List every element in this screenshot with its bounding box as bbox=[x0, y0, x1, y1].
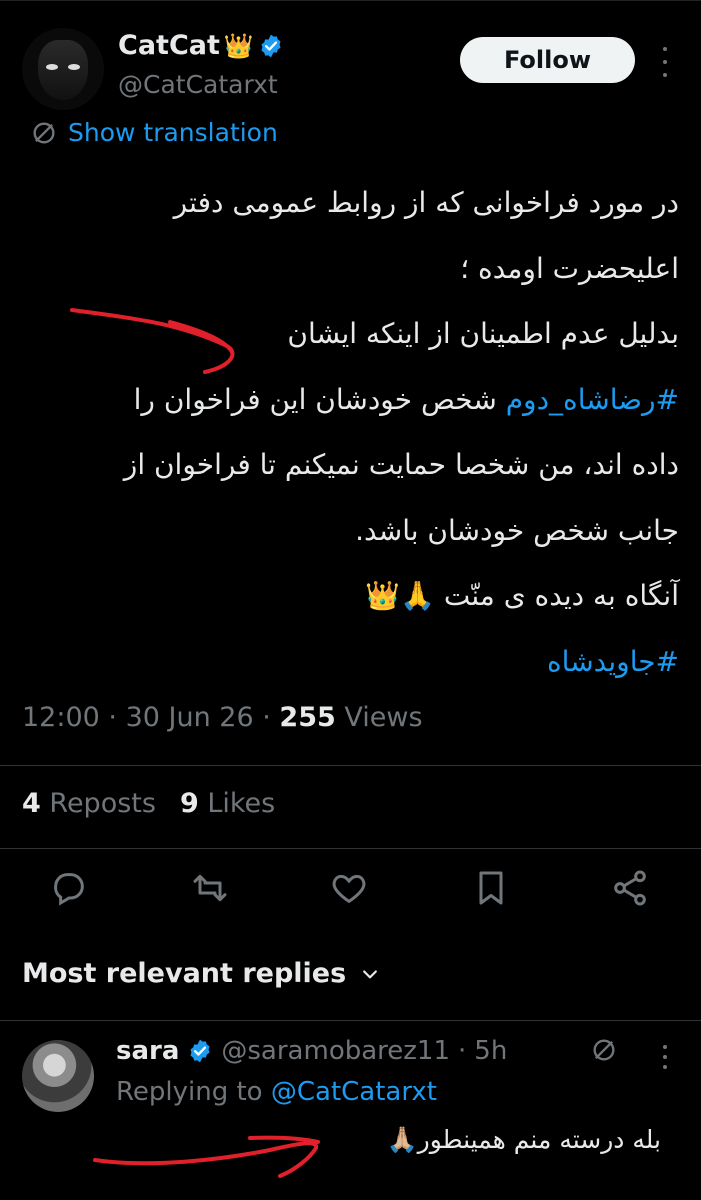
crown-emoji: 👑 bbox=[223, 31, 254, 60]
reply-avatar[interactable] bbox=[22, 1040, 94, 1112]
more-dot bbox=[663, 1045, 667, 1049]
tweet-stats: 4 Reposts 9 Likes bbox=[22, 788, 275, 819]
author-handle[interactable]: @CatCatarxt bbox=[118, 70, 278, 99]
tweet-line: داده اند، من شخصا حمایت نمیکنم تا فراخوا… bbox=[123, 448, 679, 481]
replies-sort-label: Most relevant replies bbox=[22, 958, 347, 989]
replying-to: Replying to @CatCatarxt bbox=[116, 1077, 437, 1107]
more-icon[interactable] bbox=[655, 1042, 675, 1072]
tweet-line-rest: شخص خودشان این فراخوان را bbox=[133, 382, 497, 416]
follow-button[interactable]: Follow bbox=[460, 37, 635, 83]
reply-age[interactable]: 5h bbox=[474, 1036, 507, 1066]
tweet-line: اعلیحضرت اومده ؛ bbox=[460, 251, 679, 285]
reposts-label: Reposts bbox=[49, 788, 156, 819]
more-dot bbox=[663, 1055, 667, 1059]
likes-stat[interactable]: 9 Likes bbox=[180, 788, 275, 819]
meta-separator: · bbox=[262, 702, 280, 733]
like-icon[interactable] bbox=[329, 868, 369, 908]
more-dot bbox=[663, 73, 667, 78]
reply-author-handle[interactable]: @saramobarez11 bbox=[221, 1036, 450, 1066]
reposts-stat[interactable]: 4 Reposts bbox=[22, 788, 156, 819]
hide-icon[interactable] bbox=[590, 1036, 618, 1064]
show-translation-label[interactable]: Show translation bbox=[68, 118, 278, 147]
more-dot bbox=[663, 46, 667, 51]
top-divider bbox=[0, 0, 701, 1]
author-name[interactable]: CatCat bbox=[118, 30, 220, 61]
more-dot bbox=[663, 59, 667, 64]
repost-icon[interactable] bbox=[190, 868, 230, 908]
meta-separator: · bbox=[458, 1036, 467, 1066]
tweet-line-hashtag: #رضاشاه_دوم شخص خودشان این فراخوان را bbox=[19, 367, 679, 433]
views-label: Views bbox=[344, 702, 423, 733]
replying-handle-link[interactable]: @CatCatarxt bbox=[271, 1077, 437, 1107]
divider bbox=[0, 765, 701, 766]
reply-header: sara @saramobarez11 · 5h bbox=[116, 1036, 507, 1066]
tweet-line: آنگاه به دیده ی منّت 🙏👑 bbox=[365, 579, 679, 612]
meta-separator: · bbox=[108, 702, 126, 733]
more-icon[interactable] bbox=[655, 42, 675, 82]
more-dot bbox=[663, 1065, 667, 1069]
tweet-line: در مورد فراخوانی که از روابط عمومی دفتر bbox=[173, 186, 679, 219]
bookmark-icon[interactable] bbox=[471, 868, 511, 908]
avatar-mask-shape bbox=[38, 40, 88, 100]
reply-icon[interactable] bbox=[49, 868, 89, 908]
likes-count: 9 bbox=[179, 788, 199, 819]
verified-badge-icon bbox=[261, 34, 281, 57]
reply-text: بله درسته منم همینطور🙏🏼 bbox=[386, 1125, 662, 1154]
divider bbox=[0, 1020, 701, 1021]
annotation-arrow bbox=[93, 1135, 320, 1178]
divider bbox=[0, 848, 701, 849]
translate-icon bbox=[33, 122, 55, 143]
chevron-down-icon bbox=[363, 969, 378, 978]
tweet-line: جانب شخص خودشان باشد. bbox=[355, 513, 679, 547]
tweet-text: در مورد فراخوانی که از روابط عمومی دفتر … bbox=[19, 170, 679, 694]
views-count: 255 bbox=[279, 702, 336, 733]
reply-author-name[interactable]: sara bbox=[116, 1036, 179, 1066]
final-hashtag-link[interactable]: #جاویدشاه bbox=[547, 645, 679, 678]
replies-sort-button[interactable]: Most relevant replies bbox=[22, 958, 380, 989]
hashtag-link[interactable]: #رضاشاه_دوم bbox=[506, 383, 679, 416]
share-icon[interactable] bbox=[610, 868, 650, 908]
tweet-time[interactable]: 12:00 bbox=[22, 702, 100, 733]
author-avatar[interactable] bbox=[22, 28, 104, 110]
avatar-eye-left bbox=[46, 64, 58, 70]
tweet-date[interactable]: 30 Jun 26 bbox=[126, 702, 254, 733]
avatar-eye-right bbox=[68, 64, 80, 70]
verified-badge-icon bbox=[190, 1039, 210, 1063]
likes-label: Likes bbox=[207, 788, 276, 819]
replying-prefix: Replying to bbox=[116, 1077, 263, 1107]
tweet-meta: 12:00 · 30 Jun 26 · 255 Views bbox=[22, 702, 423, 733]
author-name-row[interactable]: CatCat 👑 bbox=[118, 30, 284, 61]
action-bar bbox=[0, 860, 701, 916]
tweet-line: بدلیل عدم اطمینان از اینکه ایشان bbox=[287, 317, 679, 350]
show-translation-link[interactable]: Show translation bbox=[30, 118, 278, 147]
reposts-count: 4 bbox=[22, 788, 41, 819]
